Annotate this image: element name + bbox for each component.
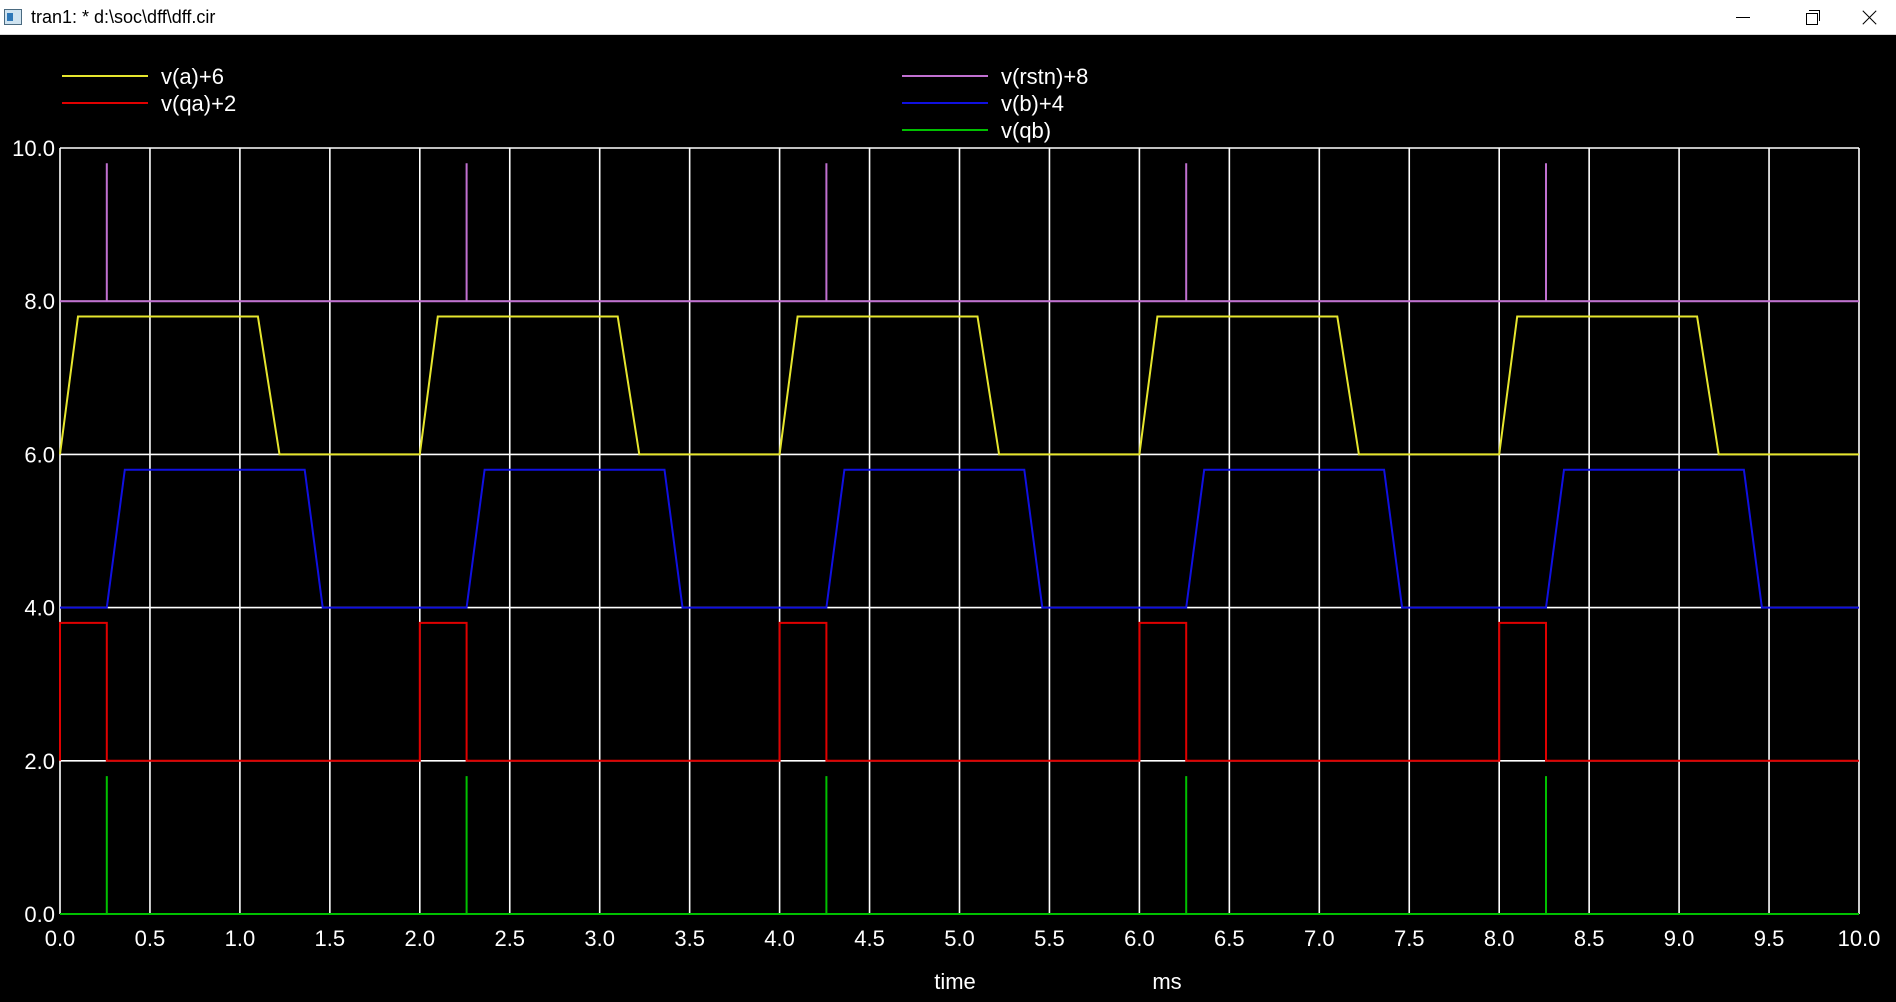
x-tick-label: 10.0 bbox=[1838, 926, 1881, 951]
close-button[interactable] bbox=[1840, 0, 1896, 35]
grid bbox=[59, 147, 1860, 915]
x-tick-label: 2.5 bbox=[494, 926, 525, 951]
x-tick-label: 9.5 bbox=[1754, 926, 1785, 951]
legend-label: v(b)+4 bbox=[1001, 91, 1064, 116]
x-tick-label: 3.0 bbox=[584, 926, 615, 951]
x-axis-label: time bbox=[934, 969, 976, 994]
x-tick-label: 9.0 bbox=[1664, 926, 1695, 951]
x-tick-label: 4.5 bbox=[854, 926, 885, 951]
legend-label: v(qb) bbox=[1001, 118, 1051, 143]
x-tick-label: 8.5 bbox=[1574, 926, 1605, 951]
y-tick-label: 0.0 bbox=[24, 902, 55, 927]
y-tick-label: 6.0 bbox=[24, 442, 55, 467]
x-tick-label: 7.5 bbox=[1394, 926, 1425, 951]
legend: v(a)+6v(qa)+2 v(rstn)+8v(b)+4v(qb) bbox=[62, 64, 1088, 143]
waveform-plot: 0.0 0.5 1.0 1.5 2.0 2.5 3.0 3.5 4.0 4.5 5.0 5.5 6.0 6… bbox=[12, 64, 1880, 994]
x-tick-label: 8.0 bbox=[1484, 926, 1515, 951]
x-tick-label: 1.0 bbox=[225, 926, 256, 951]
x-tick-label: 4.0 bbox=[764, 926, 795, 951]
window-title: tran1: * d:\soc\dff\dff.cir bbox=[31, 7, 216, 27]
x-tick-label: 3.5 bbox=[674, 926, 705, 951]
window-title-bar: tran1: * d:\soc\dff\dff.cir bbox=[0, 0, 1896, 35]
y-tick-label: 10.0 bbox=[12, 136, 55, 161]
y-tick-label: 4.0 bbox=[24, 596, 55, 621]
x-tick-label: 6.5 bbox=[1214, 926, 1245, 951]
x-tick-label: 5.5 bbox=[1034, 926, 1065, 951]
x-tick-label: 0.5 bbox=[135, 926, 166, 951]
x-tick-label: 5.0 bbox=[944, 926, 975, 951]
x-tick-label: 2.0 bbox=[405, 926, 436, 951]
restore-button[interactable] bbox=[1783, 0, 1839, 35]
y-tick-label: 8.0 bbox=[24, 289, 55, 314]
x-tick-label: 6.0 bbox=[1124, 926, 1155, 951]
legend-label: v(a)+6 bbox=[161, 64, 224, 89]
tick-labels: 0.0 0.5 1.0 1.5 2.0 2.5 3.0 3.5 4.0 4.5 5.0 5.5 6.0 6… bbox=[12, 136, 1880, 951]
minimize-button[interactable] bbox=[1714, 0, 1770, 35]
legend-label: v(rstn)+8 bbox=[1001, 64, 1088, 89]
x-tick-label: 7.0 bbox=[1304, 926, 1335, 951]
y-tick-label: 2.0 bbox=[24, 749, 55, 774]
legend-label: v(qa)+2 bbox=[161, 91, 236, 116]
x-tick-label: 0.0 bbox=[45, 926, 76, 951]
x-tick-label: 1.5 bbox=[315, 926, 346, 951]
app-icon bbox=[4, 9, 22, 25]
x-axis-unit: ms bbox=[1152, 969, 1181, 994]
